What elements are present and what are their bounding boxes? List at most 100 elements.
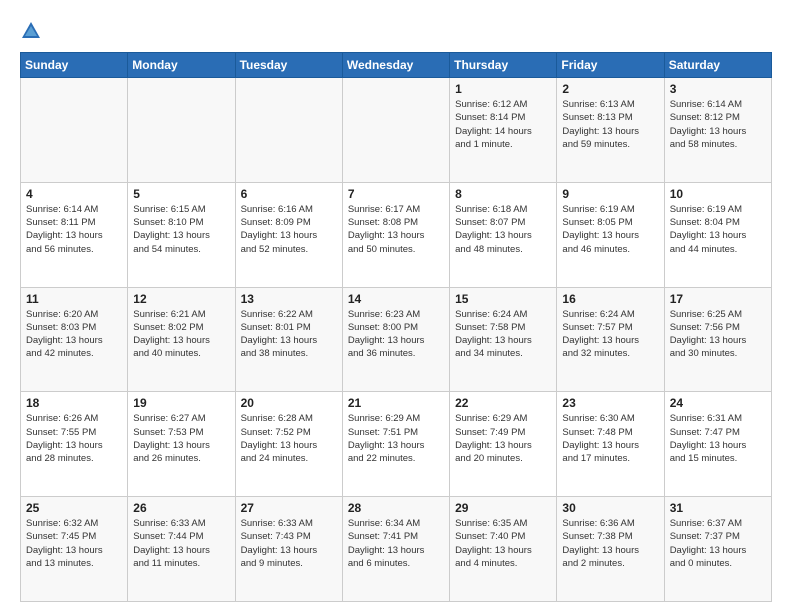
day-number: 6 xyxy=(241,187,337,201)
cell-info: Sunrise: 6:17 AM xyxy=(348,203,444,216)
cell-info: and 42 minutes. xyxy=(26,347,122,360)
cell-info: Sunrise: 6:19 AM xyxy=(562,203,658,216)
calendar-cell: 8Sunrise: 6:18 AMSunset: 8:07 PMDaylight… xyxy=(450,182,557,287)
cell-info: Sunrise: 6:27 AM xyxy=(133,412,229,425)
cell-info: and 1 minute. xyxy=(455,138,551,151)
cell-info: Daylight: 13 hours xyxy=(562,125,658,138)
day-number: 12 xyxy=(133,292,229,306)
cell-info: Daylight: 13 hours xyxy=(562,229,658,242)
cell-info: Sunset: 8:13 PM xyxy=(562,111,658,124)
cell-info: Daylight: 13 hours xyxy=(348,439,444,452)
calendar-cell: 3Sunrise: 6:14 AMSunset: 8:12 PMDaylight… xyxy=(664,78,771,183)
calendar-cell: 14Sunrise: 6:23 AMSunset: 8:00 PMDayligh… xyxy=(342,287,449,392)
cell-info: Sunset: 8:03 PM xyxy=(26,321,122,334)
cell-info: Sunset: 8:05 PM xyxy=(562,216,658,229)
calendar-cell xyxy=(342,78,449,183)
cell-info: Sunrise: 6:14 AM xyxy=(26,203,122,216)
calendar-body: 1Sunrise: 6:12 AMSunset: 8:14 PMDaylight… xyxy=(21,78,772,602)
calendar-cell: 5Sunrise: 6:15 AMSunset: 8:10 PMDaylight… xyxy=(128,182,235,287)
calendar-cell: 1Sunrise: 6:12 AMSunset: 8:14 PMDaylight… xyxy=(450,78,557,183)
cell-info: Sunrise: 6:29 AM xyxy=(455,412,551,425)
calendar-cell: 11Sunrise: 6:20 AMSunset: 8:03 PMDayligh… xyxy=(21,287,128,392)
col-header-sunday: Sunday xyxy=(21,53,128,78)
cell-info: Daylight: 13 hours xyxy=(670,125,766,138)
day-number: 8 xyxy=(455,187,551,201)
cell-info: Daylight: 13 hours xyxy=(562,334,658,347)
calendar-cell: 25Sunrise: 6:32 AMSunset: 7:45 PMDayligh… xyxy=(21,497,128,602)
cell-info: and 15 minutes. xyxy=(670,452,766,465)
day-number: 26 xyxy=(133,501,229,515)
cell-info: and 56 minutes. xyxy=(26,243,122,256)
col-header-thursday: Thursday xyxy=(450,53,557,78)
week-row-4: 25Sunrise: 6:32 AMSunset: 7:45 PMDayligh… xyxy=(21,497,772,602)
cell-info: Daylight: 13 hours xyxy=(562,439,658,452)
calendar-cell: 6Sunrise: 6:16 AMSunset: 8:09 PMDaylight… xyxy=(235,182,342,287)
day-number: 22 xyxy=(455,396,551,410)
cell-info: Daylight: 13 hours xyxy=(348,544,444,557)
cell-info: Sunrise: 6:36 AM xyxy=(562,517,658,530)
cell-info: Sunset: 8:00 PM xyxy=(348,321,444,334)
cell-info: Sunrise: 6:16 AM xyxy=(241,203,337,216)
cell-info: Sunrise: 6:15 AM xyxy=(133,203,229,216)
calendar-cell: 10Sunrise: 6:19 AMSunset: 8:04 PMDayligh… xyxy=(664,182,771,287)
cell-info: Sunrise: 6:31 AM xyxy=(670,412,766,425)
calendar-cell: 27Sunrise: 6:33 AMSunset: 7:43 PMDayligh… xyxy=(235,497,342,602)
cell-info: Daylight: 13 hours xyxy=(670,229,766,242)
cell-info: Sunset: 7:45 PM xyxy=(26,530,122,543)
col-header-friday: Friday xyxy=(557,53,664,78)
cell-info: and 9 minutes. xyxy=(241,557,337,570)
cell-info: Daylight: 13 hours xyxy=(133,439,229,452)
cell-info: Sunrise: 6:24 AM xyxy=(455,308,551,321)
page: SundayMondayTuesdayWednesdayThursdayFrid… xyxy=(0,0,792,612)
day-number: 21 xyxy=(348,396,444,410)
cell-info: and 0 minutes. xyxy=(670,557,766,570)
cell-info: and 50 minutes. xyxy=(348,243,444,256)
cell-info: Sunrise: 6:22 AM xyxy=(241,308,337,321)
cell-info: Sunrise: 6:33 AM xyxy=(241,517,337,530)
cell-info: and 24 minutes. xyxy=(241,452,337,465)
cell-info: Sunrise: 6:25 AM xyxy=(670,308,766,321)
cell-info: Sunrise: 6:34 AM xyxy=(348,517,444,530)
cell-info: and 2 minutes. xyxy=(562,557,658,570)
day-number: 2 xyxy=(562,82,658,96)
col-header-saturday: Saturday xyxy=(664,53,771,78)
cell-info: Sunset: 7:37 PM xyxy=(670,530,766,543)
calendar-cell: 26Sunrise: 6:33 AMSunset: 7:44 PMDayligh… xyxy=(128,497,235,602)
cell-info: and 59 minutes. xyxy=(562,138,658,151)
calendar-cell: 20Sunrise: 6:28 AMSunset: 7:52 PMDayligh… xyxy=(235,392,342,497)
calendar-cell: 23Sunrise: 6:30 AMSunset: 7:48 PMDayligh… xyxy=(557,392,664,497)
cell-info: Daylight: 13 hours xyxy=(26,439,122,452)
calendar-cell: 24Sunrise: 6:31 AMSunset: 7:47 PMDayligh… xyxy=(664,392,771,497)
cell-info: Daylight: 13 hours xyxy=(133,544,229,557)
cell-info: Sunset: 8:08 PM xyxy=(348,216,444,229)
day-number: 7 xyxy=(348,187,444,201)
header xyxy=(20,16,772,42)
day-number: 29 xyxy=(455,501,551,515)
cell-info: Daylight: 13 hours xyxy=(241,544,337,557)
cell-info: Daylight: 13 hours xyxy=(670,439,766,452)
day-number: 1 xyxy=(455,82,551,96)
calendar-cell: 4Sunrise: 6:14 AMSunset: 8:11 PMDaylight… xyxy=(21,182,128,287)
cell-info: Sunset: 7:56 PM xyxy=(670,321,766,334)
col-header-wednesday: Wednesday xyxy=(342,53,449,78)
day-number: 30 xyxy=(562,501,658,515)
day-number: 18 xyxy=(26,396,122,410)
cell-info: Sunset: 8:09 PM xyxy=(241,216,337,229)
week-row-1: 4Sunrise: 6:14 AMSunset: 8:11 PMDaylight… xyxy=(21,182,772,287)
cell-info: Sunrise: 6:29 AM xyxy=(348,412,444,425)
day-number: 27 xyxy=(241,501,337,515)
cell-info: Sunrise: 6:32 AM xyxy=(26,517,122,530)
day-number: 23 xyxy=(562,396,658,410)
week-row-0: 1Sunrise: 6:12 AMSunset: 8:14 PMDaylight… xyxy=(21,78,772,183)
cell-info: Sunrise: 6:19 AM xyxy=(670,203,766,216)
day-number: 9 xyxy=(562,187,658,201)
cell-info: Sunset: 7:40 PM xyxy=(455,530,551,543)
cell-info: and 40 minutes. xyxy=(133,347,229,360)
cell-info: Sunrise: 6:23 AM xyxy=(348,308,444,321)
cell-info: Sunset: 7:51 PM xyxy=(348,426,444,439)
cell-info: Sunrise: 6:13 AM xyxy=(562,98,658,111)
cell-info: and 17 minutes. xyxy=(562,452,658,465)
day-number: 4 xyxy=(26,187,122,201)
cell-info: Sunrise: 6:21 AM xyxy=(133,308,229,321)
calendar-cell: 16Sunrise: 6:24 AMSunset: 7:57 PMDayligh… xyxy=(557,287,664,392)
